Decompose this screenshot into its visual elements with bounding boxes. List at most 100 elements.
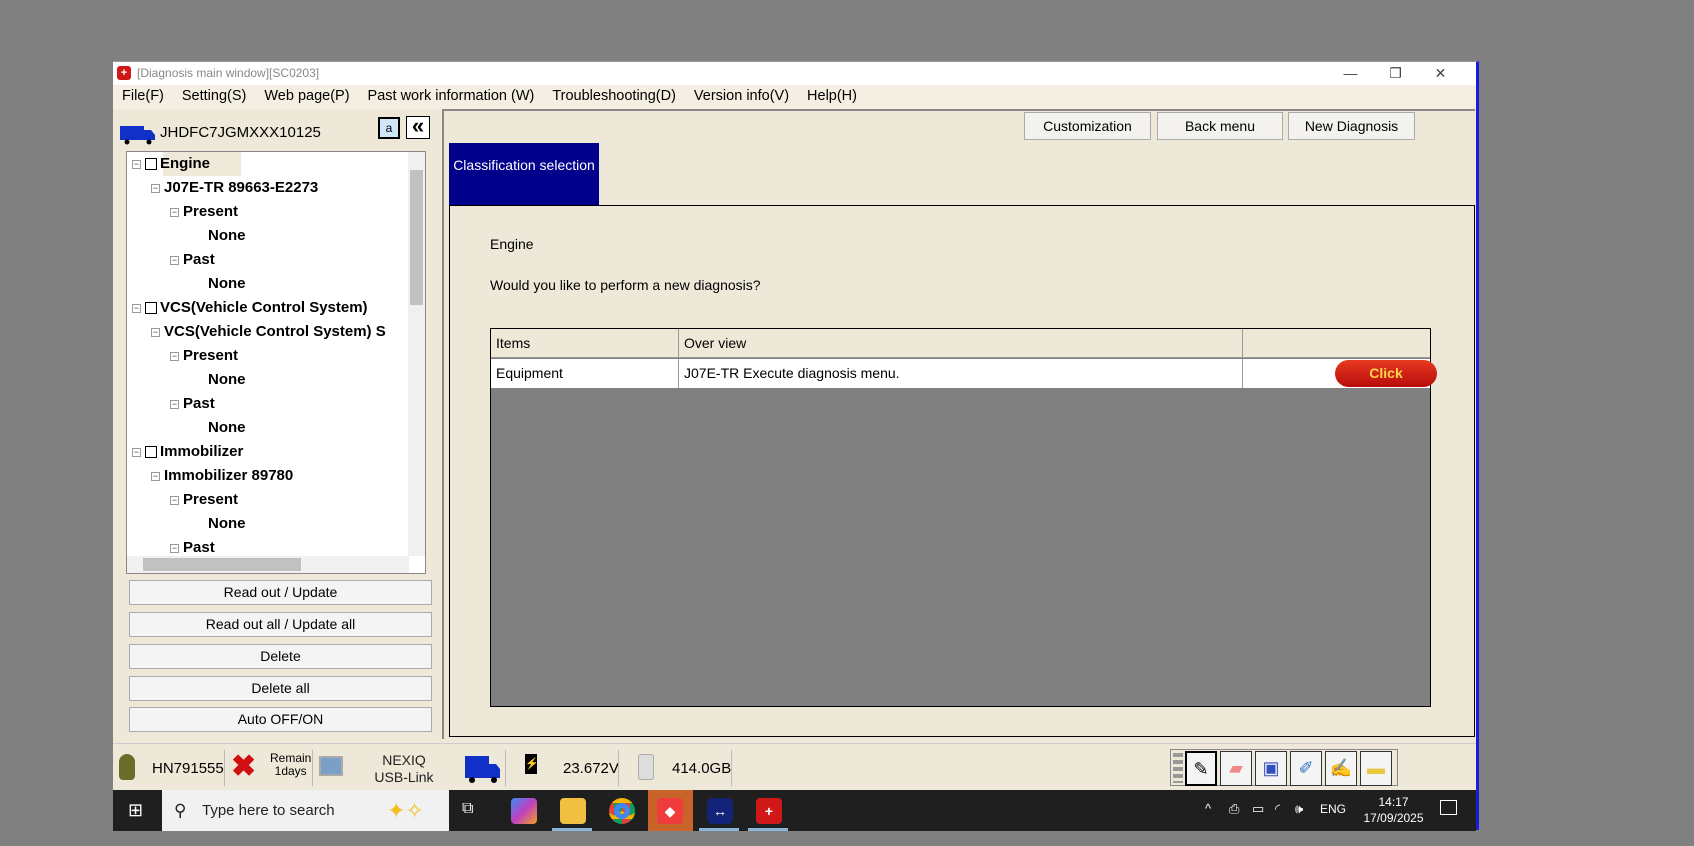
show-hidden-icons[interactable]: ^ bbox=[1205, 801, 1211, 816]
clock-time: 14:17 bbox=[1378, 795, 1409, 809]
voltage-value: 23.672V bbox=[563, 760, 619, 777]
question-text: Would you like to perform a new diagnosi… bbox=[490, 277, 761, 293]
cell-overview: J07E-TR Execute diagnosis menu. bbox=[679, 359, 1243, 388]
windows-taskbar: ⊞ ⚲ Type here to search ✦✧ ⧉ ◆ ↔ + ^ ⎙ ▭… bbox=[113, 790, 1476, 831]
tree-node[interactable]: None bbox=[208, 272, 246, 296]
battery-status-icon[interactable]: ▭ bbox=[1252, 801, 1264, 817]
tree-node-vcs[interactable]: − VCS(Vehicle Control System) bbox=[132, 296, 368, 320]
menu-help[interactable]: Help(H) bbox=[798, 85, 866, 109]
disk-icon bbox=[638, 754, 654, 780]
menu-file[interactable]: File(F) bbox=[113, 85, 173, 109]
new-diagnosis-button[interactable]: New Diagnosis bbox=[1288, 112, 1415, 140]
checkbox[interactable] bbox=[145, 446, 157, 459]
left-panel: JHDFC7JGMXXX10125 a « − Engine − J07E-TR 8… bbox=[116, 109, 438, 743]
start-button[interactable]: ⊞ bbox=[128, 801, 143, 819]
disk-free: 414.0GB bbox=[672, 760, 732, 777]
tree-node[interactable]: None bbox=[208, 224, 246, 248]
language-indicator[interactable]: ENG bbox=[1320, 802, 1346, 816]
tree-node[interactable]: − Present bbox=[170, 488, 238, 512]
tree-node[interactable]: − J07E-TR 89663-E2273 bbox=[151, 176, 318, 200]
a-button[interactable]: a bbox=[378, 117, 400, 139]
tree-vertical-scrollbar[interactable] bbox=[408, 152, 425, 556]
eraser-tool-icon[interactable]: ▰ bbox=[1220, 751, 1252, 786]
tree-node[interactable]: None bbox=[208, 512, 246, 536]
tree-node-engine[interactable]: − Engine bbox=[132, 152, 210, 176]
restore-button[interactable]: ❐ bbox=[1373, 62, 1418, 85]
teamviewer-icon[interactable]: ↔ bbox=[707, 798, 733, 824]
tree-node[interactable]: − Present bbox=[170, 344, 238, 368]
close-button[interactable]: ✕ bbox=[1418, 62, 1463, 85]
read-out-all-button[interactable]: Read out all / Update all bbox=[129, 612, 432, 637]
minimize-button[interactable]: — bbox=[1328, 62, 1373, 85]
tree-node[interactable]: None bbox=[208, 368, 246, 392]
pen-tool-icon[interactable]: ✎ bbox=[1185, 751, 1217, 786]
wifi-icon[interactable]: ◜ bbox=[1275, 801, 1280, 817]
battery-icon: ⚡ bbox=[525, 754, 539, 774]
status-bar: HN791555 ✖ Remain 1days NEXIQ USB-Link ⚡ … bbox=[113, 743, 1476, 790]
window-title: [Diagnosis main window][SC0203] bbox=[137, 66, 320, 80]
pens-cup-icon[interactable]: ✐ bbox=[1290, 751, 1322, 786]
tree-node[interactable]: − Past bbox=[170, 392, 215, 416]
search-placeholder: Type here to search bbox=[202, 802, 335, 819]
vehicle-vin: JHDFC7JGMXXX10125 bbox=[160, 124, 321, 141]
notifications-icon[interactable] bbox=[1440, 800, 1457, 815]
menu-version-info[interactable]: Version info(V) bbox=[685, 85, 798, 109]
tree-node[interactable]: − VCS(Vehicle Control System) S bbox=[151, 320, 386, 344]
system-name: Engine bbox=[490, 236, 534, 252]
tree-node[interactable]: − Immobilizer 89780 bbox=[151, 464, 293, 488]
diagnosis-tree[interactable]: − Engine − J07E-TR 89663-E2273 − Present No… bbox=[126, 151, 426, 574]
checkbox[interactable] bbox=[145, 158, 157, 171]
copilot-icon[interactable] bbox=[511, 798, 537, 824]
volume-icon[interactable]: 🕪 bbox=[1295, 801, 1303, 817]
search-icon: ⚲ bbox=[174, 801, 187, 820]
tree-node[interactable]: − Past bbox=[170, 248, 215, 272]
menu-past-work[interactable]: Past work information (W) bbox=[359, 85, 544, 109]
collapse-panel-button[interactable]: « bbox=[406, 115, 430, 139]
tree-node[interactable]: − Present bbox=[170, 200, 238, 224]
header-action bbox=[1243, 329, 1430, 358]
delete-all-button[interactable]: Delete all bbox=[129, 676, 432, 701]
table-row: Equipment J07E-TR Execute diagnosis menu… bbox=[491, 359, 1437, 388]
folder-icon[interactable]: ▬ bbox=[1360, 751, 1392, 786]
delete-button[interactable]: Delete bbox=[129, 644, 432, 669]
tab-classification-selection[interactable]: Classification selection bbox=[449, 143, 599, 205]
file-explorer-icon[interactable] bbox=[560, 798, 586, 824]
save-icon[interactable]: ▣ bbox=[1255, 751, 1287, 786]
menu-troubleshooting[interactable]: Troubleshooting(D) bbox=[543, 85, 685, 109]
auto-off-on-button[interactable]: Auto OFF/ON bbox=[129, 707, 432, 732]
user-id: HN791555 bbox=[152, 760, 224, 777]
cell-item: Equipment bbox=[491, 359, 679, 388]
click-button[interactable]: Click bbox=[1335, 360, 1437, 387]
content-area: Engine Would you like to perform a new d… bbox=[449, 205, 1475, 737]
anydesk-taskbar-button[interactable]: ◆ bbox=[648, 790, 693, 831]
palette-grip-icon[interactable] bbox=[1173, 753, 1183, 783]
checkbox[interactable] bbox=[145, 302, 157, 315]
right-panel: Customization Back menu New Diagnosis Cl… bbox=[442, 109, 1475, 739]
laptop-icon bbox=[319, 756, 343, 776]
read-out-update-button[interactable]: Read out / Update bbox=[129, 580, 432, 605]
cell-action: Click bbox=[1243, 359, 1437, 388]
camera-icon[interactable]: ⎙ bbox=[1229, 801, 1239, 817]
tree-node-immobilizer[interactable]: − Immobilizer bbox=[132, 440, 243, 464]
back-menu-button[interactable]: Back menu bbox=[1157, 112, 1283, 140]
tree-node[interactable]: None bbox=[208, 416, 246, 440]
palette-icon[interactable]: ✍ bbox=[1325, 751, 1357, 786]
customization-button[interactable]: Customization bbox=[1024, 112, 1151, 140]
task-view-icon[interactable]: ⧉ bbox=[462, 800, 473, 818]
diagnostic-app-icon[interactable]: + bbox=[756, 798, 782, 824]
menu-setting[interactable]: Setting(S) bbox=[173, 85, 255, 109]
app-icon: + bbox=[117, 66, 131, 80]
taskbar-search-box[interactable]: ⚲ Type here to search ✦✧ bbox=[162, 790, 449, 831]
diagnosis-table: Items Over view Equipment J07E-TR Execut… bbox=[490, 328, 1437, 707]
chrome-icon[interactable] bbox=[609, 798, 635, 824]
header-items: Items bbox=[491, 329, 679, 358]
tree-horizontal-scrollbar[interactable] bbox=[127, 556, 409, 573]
remain-label: Remain 1days bbox=[270, 752, 311, 778]
menu-bar: File(F) Setting(S) Web page(P) Past work… bbox=[113, 85, 1476, 109]
vehicle-connection-icon bbox=[465, 756, 501, 783]
title-bar: + [Diagnosis main window][SC0203] — ❐ ✕ bbox=[113, 62, 1476, 85]
clock[interactable]: 14:17 17/09/2025 bbox=[1361, 794, 1426, 826]
license-x-icon: ✖ bbox=[231, 750, 257, 783]
menu-web-page[interactable]: Web page(P) bbox=[255, 85, 358, 109]
interface-name: NEXIQ USB-Link bbox=[374, 752, 434, 785]
